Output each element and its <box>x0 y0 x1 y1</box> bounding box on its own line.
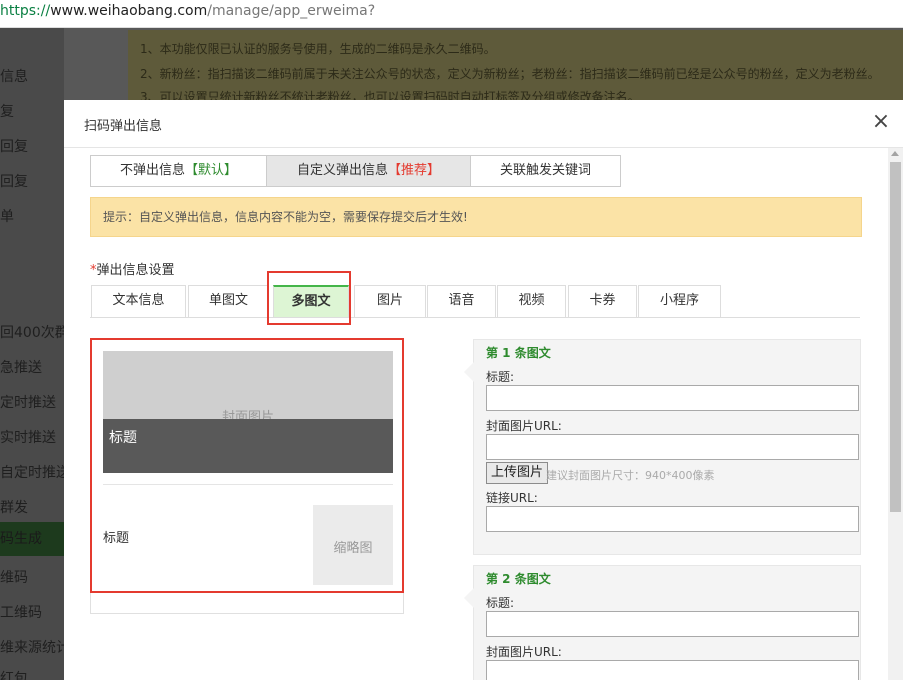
tab-mini-program[interactable]: 小程序 <box>638 285 721 317</box>
tab-voice[interactable]: 语音 <box>427 285 496 317</box>
highlight-box-preview <box>90 338 404 593</box>
close-icon[interactable]: × <box>870 111 892 134</box>
bg-sidebar-item: 信息 <box>0 69 28 85</box>
recommended-tag: 【推荐】 <box>388 163 441 178</box>
bg-sidebar-item: 实时推送 <box>0 430 56 446</box>
cover-url-label: 封面图片URL: <box>486 645 562 659</box>
title-label: 标题: <box>486 596 515 610</box>
tab-custom-popup[interactable]: 自定义弹出信息【推荐】 <box>266 155 471 187</box>
tab-coupon[interactable]: 卡券 <box>568 285 637 317</box>
section-label-text: 弹出信息设置 <box>96 263 175 278</box>
link-url-input-1[interactable] <box>486 506 859 532</box>
tab-linked-keyword[interactable]: 关联触发关键词 <box>470 155 621 187</box>
bg-sidebar-item: 回复 <box>0 174 28 190</box>
bg-sidebar-item: 红包 <box>0 671 28 680</box>
url-path: /manage/app_erweima? <box>207 3 376 19</box>
block-pointer <box>464 362 474 382</box>
url-host: www.weihaobang.com <box>50 3 208 19</box>
tab-label: 自定义弹出信息 <box>296 163 388 178</box>
bg-sidebar-item: 急推送 <box>0 360 42 376</box>
tab-single-article[interactable]: 单图文 <box>188 285 269 317</box>
dialog-scrollbar[interactable] <box>888 148 903 680</box>
bg-notice-line: 2、新粉丝：指扫描该二维码前属于未关注公众号的状态，定义为新粉丝；老粉丝：指扫描… <box>140 67 880 81</box>
title-input-2[interactable] <box>486 611 859 637</box>
cover-url-label: 封面图片URL: <box>486 419 562 433</box>
link-url-label: 链接URL: <box>486 491 538 505</box>
cover-url-input-1[interactable] <box>486 434 859 460</box>
dialog-title: 扫码弹出信息 <box>84 119 163 134</box>
background-sidebar: 信息 复 回复 回复 单 回400次群发 急推送 定时推送 实时推送 自定时推送… <box>0 28 83 680</box>
popup-info-dialog: 扫码弹出信息 × 不弹出信息【默认】 自定义弹出信息【推荐】 关联触发关键词 提… <box>64 100 903 680</box>
title-input-1[interactable] <box>486 385 859 411</box>
default-tag: 【默认】 <box>185 163 238 178</box>
bg-sidebar-item: 单 <box>0 209 14 225</box>
tab-label: 关联触发关键词 <box>499 163 591 178</box>
bg-sidebar-item: 复 <box>0 104 14 120</box>
tab-label: 不弹出信息 <box>119 163 185 178</box>
type-tabs-divider <box>90 317 860 318</box>
block-heading: 第 1 条图文 <box>486 346 551 360</box>
bg-sidebar-item: 群发 <box>0 500 28 516</box>
article-block-1: 第 1 条图文 标题: 封面图片URL: 上传图片 建议封面图片尺寸：940*4… <box>464 339 861 555</box>
bg-sidebar-item: 工维码 <box>0 605 42 621</box>
section-label: *弹出信息设置 <box>90 259 175 278</box>
scroll-up-arrow-icon[interactable] <box>891 151 899 156</box>
block-heading: 第 2 条图文 <box>486 572 551 586</box>
bg-sidebar-item-active: 码生成 <box>0 522 64 556</box>
title-label: 标题: <box>486 370 515 384</box>
tab-video[interactable]: 视频 <box>497 285 566 317</box>
bg-sidebar-item: 定时推送 <box>0 395 56 411</box>
tab-text-message[interactable]: 文本信息 <box>91 285 186 317</box>
tip-banner: 提示：自定义弹出信息，信息内容不能为空，需要保存提交后才生效! <box>90 197 862 237</box>
block-pointer <box>464 588 474 608</box>
bg-sidebar-item: 维来源统计 <box>0 640 70 656</box>
article-block-2: 第 2 条图文 标题: 封面图片URL: <box>464 565 861 680</box>
upload-hint: 建议封面图片尺寸：940*400像素 <box>546 469 715 482</box>
upload-image-button[interactable]: 上传图片 <box>486 462 549 484</box>
background-notice: 1、本功能仅限已认证的服务号使用，生成的二维码是永久二维码。 2、新粉丝：指扫描… <box>128 30 903 104</box>
scroll-thumb[interactable] <box>890 162 901 512</box>
address-bar[interactable]: https://www.weihaobang.com/manage/app_er… <box>0 0 903 28</box>
url-scheme: https:// <box>0 3 51 19</box>
cover-url-input-2[interactable] <box>486 660 859 680</box>
bg-sidebar-item: 维码 <box>0 570 28 586</box>
bg-sidebar-item: 自定时推送 <box>0 465 70 481</box>
tab-image[interactable]: 图片 <box>354 285 426 317</box>
bg-notice-line: 1、本功能仅限已认证的服务号使用，生成的二维码是永久二维码。 <box>140 42 496 56</box>
highlight-box-multi-article-tab <box>267 271 351 325</box>
bg-sidebar-item: 回复 <box>0 139 28 155</box>
dialog-header: 扫码弹出信息 × <box>64 100 903 148</box>
tab-no-popup[interactable]: 不弹出信息【默认】 <box>90 155 267 187</box>
